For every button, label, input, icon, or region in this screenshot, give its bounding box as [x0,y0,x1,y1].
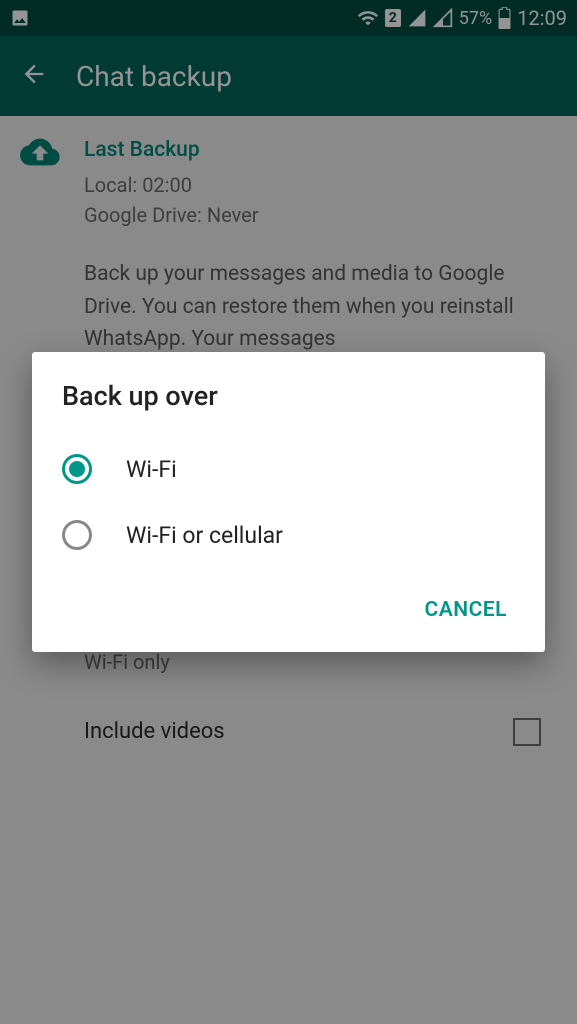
option-wifi-label: Wi-Fi [126,456,177,483]
radio-unselected-icon [62,520,92,550]
backup-over-dialog: Back up over Wi-Fi Wi-Fi or cellular CAN… [32,352,545,652]
cancel-button[interactable]: CANCEL [410,588,521,632]
option-wifi-cellular-label: Wi-Fi or cellular [126,522,283,549]
option-wifi[interactable]: Wi-Fi [32,436,545,502]
dialog-scrim[interactable]: Back up over Wi-Fi Wi-Fi or cellular CAN… [0,0,577,1024]
dialog-title: Back up over [32,380,545,436]
radio-selected-icon [62,454,92,484]
option-wifi-cellular[interactable]: Wi-Fi or cellular [32,502,545,568]
